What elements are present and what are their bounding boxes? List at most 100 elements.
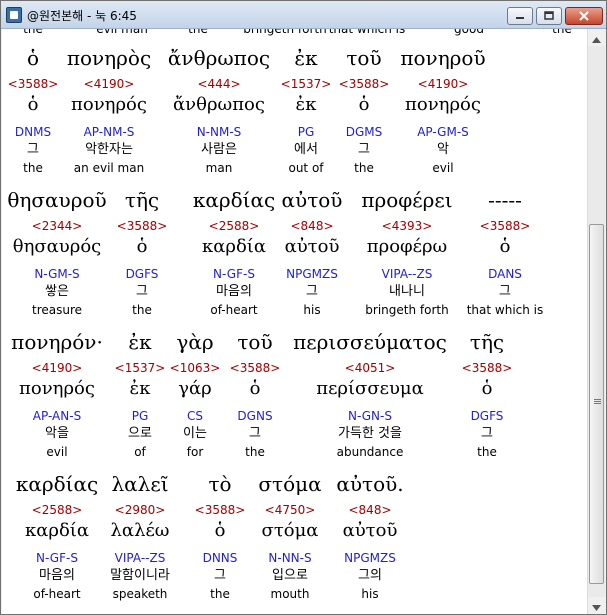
greek-text: γὰρ	[176, 330, 214, 354]
greek-text: πονηρὸς	[66, 46, 152, 70]
eng-text: for	[186, 445, 204, 459]
eng-text: the	[477, 445, 497, 459]
greek-text: καρδίας	[192, 188, 276, 212]
strong-text[interactable]: <1537>	[115, 362, 166, 374]
close-button[interactable]	[565, 7, 603, 25]
strong-text[interactable]: <2980>	[115, 504, 166, 516]
lemma-text: καρδία	[24, 520, 90, 541]
eng-text: mouth	[270, 587, 310, 601]
kor-text: 그의	[358, 568, 382, 583]
morph-text: N-GN-S	[348, 409, 392, 423]
strong-text[interactable]: <4393>	[382, 220, 433, 232]
strong-text[interactable]: <1063>	[170, 362, 221, 374]
strong-text[interactable]: <848>	[290, 220, 333, 232]
greek-text: προφέρει	[361, 188, 453, 212]
maximize-icon	[543, 11, 555, 21]
strong-text[interactable]: <848>	[348, 504, 391, 516]
strong-text[interactable]: <4190>	[84, 78, 135, 90]
kor-text: 그	[214, 568, 226, 583]
morph-text: DANS	[488, 267, 522, 281]
morph-text: DGNS	[237, 409, 273, 423]
strong-text[interactable]: <3588>	[230, 362, 281, 374]
scroll-thumb[interactable]	[589, 224, 604, 584]
morph-text: DNMS	[14, 125, 52, 139]
close-icon	[578, 11, 590, 21]
kor-text: 그	[358, 142, 370, 157]
morph-text: NPGMZS	[344, 551, 396, 565]
greek-text: ὁ	[26, 46, 40, 70]
strong-text[interactable]: <444>	[197, 78, 240, 90]
morph-text: DNNS	[202, 551, 238, 565]
morph-text: N-GF-S	[213, 267, 255, 281]
lemma-text: αὐτοῦ	[342, 520, 398, 541]
lemma-text: πονηρός	[405, 94, 481, 115]
eng-text: the	[245, 445, 265, 459]
eng-text: the	[354, 161, 374, 175]
scrolled-gloss: the	[552, 29, 572, 36]
strong-text[interactable]: <2588>	[32, 504, 83, 516]
scroll-down-button[interactable]	[588, 597, 605, 614]
lemma-text: ὁ	[136, 236, 148, 257]
morph-text: N-NM-S	[196, 125, 242, 139]
lemma-text: ἐκ	[129, 378, 151, 399]
eng-text: the	[23, 161, 43, 175]
morph-text: VIPA--ZS	[114, 551, 166, 565]
strong-text[interactable]: <2344>	[32, 220, 83, 232]
lemma-text: ὁ	[249, 378, 261, 399]
lemma-text: θησαυρός	[12, 236, 102, 257]
lemma-text: ὁ	[27, 94, 39, 115]
greek-text: πονηροῦ	[400, 46, 486, 70]
grip-icon	[594, 399, 601, 400]
lemma-text: ὁ	[214, 520, 226, 541]
strong-text[interactable]: <3588>	[195, 504, 246, 516]
strong-text[interactable]: <3588>	[339, 78, 390, 90]
greek-text: θησαυροῦ	[7, 188, 107, 212]
eng-text: that which is	[466, 303, 544, 317]
kor-text: 그	[136, 284, 148, 299]
strong-text[interactable]: <3588>	[462, 362, 513, 374]
lemma-text: στόμα	[261, 520, 319, 541]
minimize-button[interactable]	[507, 7, 533, 25]
eng-text: evil	[46, 445, 68, 459]
eng-text: of-heart	[210, 303, 258, 317]
title-bar[interactable]: @원전본해 - 눅 6:45	[1, 1, 606, 29]
scroll-up-button[interactable]	[588, 29, 605, 46]
eng-text: abundance	[336, 445, 404, 459]
scrolled-gloss: that which is	[328, 29, 406, 36]
greek-text: τῆς	[124, 188, 160, 212]
strong-text[interactable]: <3588>	[480, 220, 531, 232]
strong-text[interactable]: <4190>	[418, 78, 469, 90]
strong-text[interactable]: <4190>	[32, 362, 83, 374]
maximize-button[interactable]	[536, 7, 562, 25]
greek-text: ἐκ	[294, 46, 318, 70]
morph-text: NPGMZS	[286, 267, 338, 281]
scrolled-gloss: the	[23, 29, 43, 36]
lemma-text: περίσσευμα	[316, 378, 424, 399]
arrow-up-icon	[592, 28, 601, 47]
greek-text: αὐτοῦ	[281, 188, 343, 212]
strong-text[interactable]: <3588>	[8, 78, 59, 90]
kor-text: 가득한 것을	[338, 426, 402, 441]
strong-text[interactable]: <3588>	[117, 220, 168, 232]
morph-text: N-NN-S	[268, 551, 312, 565]
greek-text: αὐτοῦ.	[336, 472, 404, 496]
eng-text: his	[361, 587, 379, 601]
lemma-text: γάρ	[178, 378, 212, 399]
lemma-text: προφέρω	[366, 236, 448, 257]
kor-text: 말함이니라	[110, 568, 170, 583]
app-icon	[6, 7, 22, 23]
strong-text[interactable]: <2588>	[209, 220, 260, 232]
strong-text[interactable]: <4750>	[265, 504, 316, 516]
greek-text: τὸ	[208, 472, 232, 496]
kor-text: 으로	[128, 426, 152, 441]
morph-text: PG	[297, 125, 315, 139]
lemma-text: ὁ	[481, 378, 493, 399]
strong-text[interactable]: <1537>	[281, 78, 332, 90]
kor-text: 쌓은	[45, 284, 69, 299]
morph-text: DGFS	[470, 409, 504, 423]
lemma-text: ὁ	[358, 94, 370, 115]
morph-text: AP-GM-S	[417, 125, 469, 139]
morph-text: PG	[131, 409, 149, 423]
strong-text[interactable]: <4051>	[345, 362, 396, 374]
vertical-scrollbar[interactable]	[587, 29, 605, 614]
